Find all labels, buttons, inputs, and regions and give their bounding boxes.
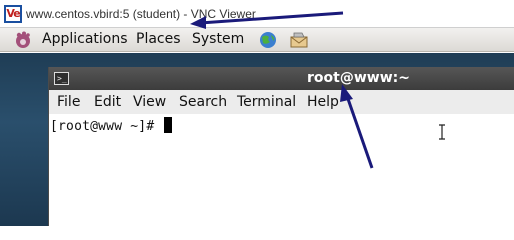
menu-view[interactable]: View	[133, 94, 166, 110]
terminal-titlebar[interactable]: >_ root@www:~	[49, 67, 514, 90]
text-cursor	[164, 117, 173, 133]
top-panel: Applications Places System	[0, 28, 514, 52]
terminal-window[interactable]: >_ root@www:~ File Edit View Search Term…	[48, 67, 514, 226]
menu-search[interactable]: Search	[179, 94, 227, 110]
web-browser-icon[interactable]	[258, 31, 278, 49]
vnc-logo-icon: Ve	[4, 5, 22, 23]
menu-help[interactable]: Help	[307, 94, 339, 110]
shell-prompt-line: [root@www ~]#	[50, 117, 173, 134]
terminal-icon: >_	[54, 72, 69, 85]
menu-terminal[interactable]: Terminal	[237, 94, 296, 110]
applications-menu[interactable]: Applications	[42, 31, 128, 47]
menu-edit[interactable]: Edit	[94, 94, 121, 110]
vnc-window-title: www.centos.vbird:5 (student) - VNC Viewe…	[26, 7, 256, 21]
shell-prompt: [root@www ~]#	[50, 119, 163, 134]
mail-client-icon[interactable]	[289, 31, 309, 49]
terminal-content[interactable]: [root@www ~]#	[49, 114, 514, 226]
terminal-menubar: File Edit View Search Terminal Help	[49, 90, 514, 114]
terminal-title: root@www:~	[307, 70, 410, 86]
system-menu[interactable]: System	[192, 31, 244, 47]
places-menu[interactable]: Places	[136, 31, 181, 47]
ibeam-cursor-icon	[439, 124, 445, 140]
vnc-window-titlebar[interactable]: Ve www.centos.vbird:5 (student) - VNC Vi…	[0, 0, 514, 28]
gnome-foot-icon	[16, 31, 30, 48]
menu-file[interactable]: File	[57, 94, 80, 110]
